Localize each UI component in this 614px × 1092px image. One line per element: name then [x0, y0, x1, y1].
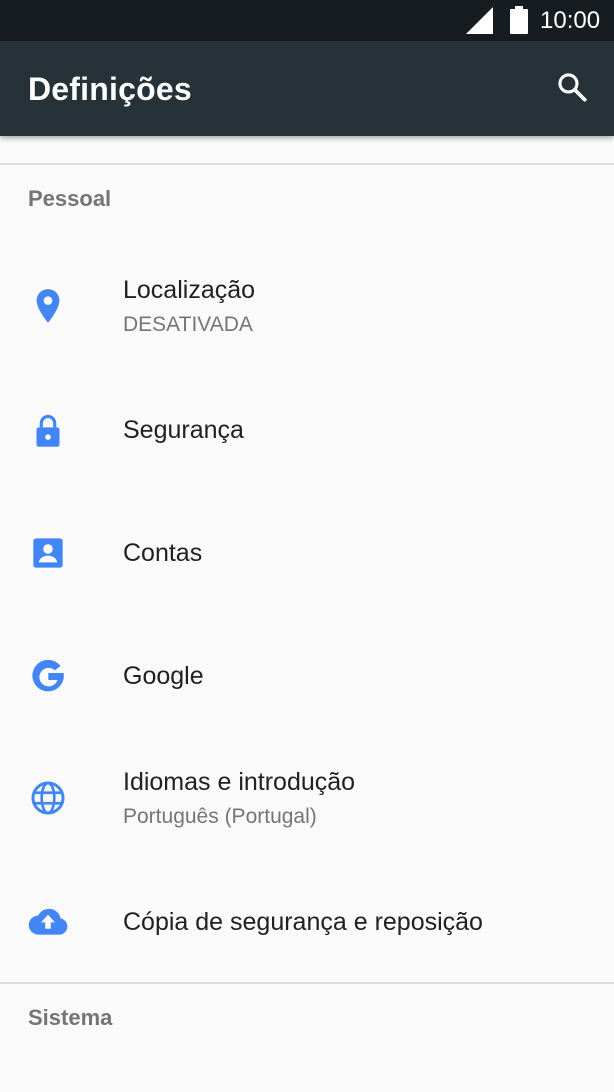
account-box-icon	[26, 531, 70, 575]
item-summary: DESATIVADA	[123, 313, 253, 336]
cloud-upload-icon	[26, 899, 70, 943]
settings-item-accounts[interactable]: Contas	[0, 503, 614, 603]
google-g-icon	[26, 654, 70, 698]
globe-icon	[26, 776, 70, 820]
settings-item-location[interactable]: Localização DESATIVADA	[0, 258, 614, 360]
search-button[interactable]	[548, 63, 596, 111]
item-title: Google	[123, 662, 204, 690]
settings-item-google[interactable]: Google	[0, 626, 614, 726]
item-title: Cópia de segurança e reposição	[123, 908, 483, 936]
status-clock: 10:00	[540, 7, 601, 34]
settings-screen: 10:00 Definições Pessoal Localização DES…	[0, 0, 614, 1092]
status-bar: 10:00	[0, 0, 614, 41]
section-header-sistema: Sistema	[28, 1005, 113, 1030]
item-summary: Português (Portugal)	[123, 805, 317, 828]
settings-item-languages[interactable]: Idiomas e introdução Português (Portugal…	[0, 748, 614, 852]
signal-icon	[466, 7, 493, 34]
section-divider	[0, 982, 614, 984]
item-title: Localização	[123, 276, 256, 304]
location-pin-icon	[26, 284, 70, 328]
item-title: Segurança	[123, 416, 244, 444]
battery-icon	[510, 6, 528, 34]
settings-item-security[interactable]: Segurança	[0, 380, 614, 480]
top-divider	[0, 163, 614, 165]
item-title: Idiomas e introdução	[123, 768, 356, 796]
page-title: Definições	[28, 71, 192, 107]
search-icon	[558, 73, 587, 102]
settings-item-backup-reset[interactable]: Cópia de segurança e reposição	[0, 872, 614, 972]
item-title: Contas	[123, 539, 203, 567]
app-bar: Definições	[0, 41, 614, 136]
lock-icon	[26, 409, 70, 453]
section-header-pessoal: Pessoal	[28, 186, 112, 211]
